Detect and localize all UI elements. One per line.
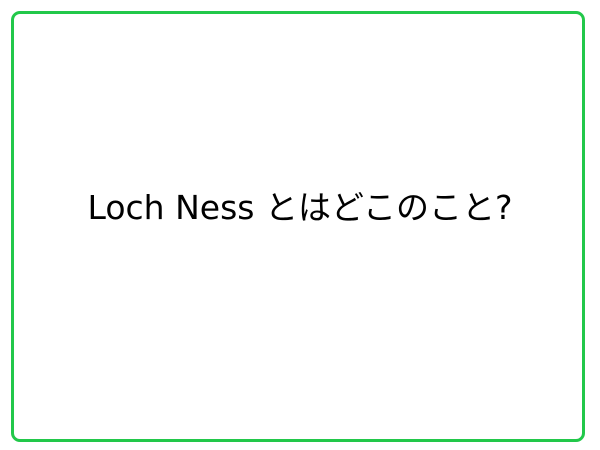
question-text: Loch Ness とはどこのこと? bbox=[87, 188, 513, 227]
